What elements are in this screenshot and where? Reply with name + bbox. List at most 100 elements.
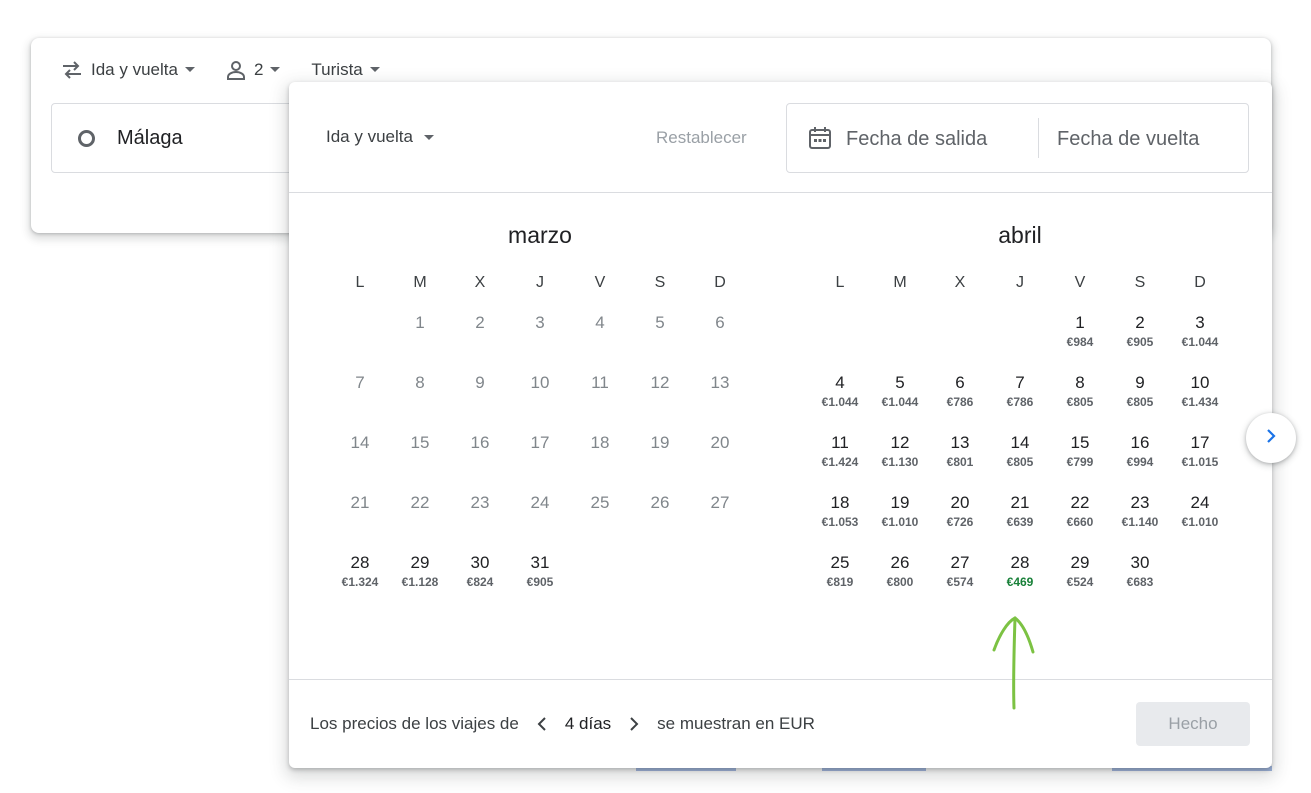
weekday-label: S (1134, 274, 1146, 291)
day-number: 8 (1075, 373, 1085, 392)
month-april: abril L M X J V S D 1 €984 2 €905 3 €1.044 4 €1.044 5 €… (810, 222, 1230, 613)
passengers-dropdown[interactable]: 2 (226, 60, 281, 80)
day-number: 24 (1190, 493, 1210, 512)
day-cell[interactable]: 8 €805 (1050, 373, 1110, 433)
next-month-button[interactable] (1246, 413, 1296, 463)
price-label: €683 (1126, 575, 1154, 589)
day-cell[interactable]: 17 €1.015 (1170, 433, 1230, 493)
day-cell[interactable]: 28 €1.324 (330, 553, 390, 613)
day-cell[interactable]: 2 €905 (1110, 313, 1170, 373)
weekday-label: M (413, 274, 427, 291)
passengers-count: 2 (253, 60, 264, 79)
day-number: 22 (410, 493, 430, 512)
day-cell[interactable]: 25 €819 (810, 553, 870, 613)
day-number: 23 (1130, 493, 1150, 512)
day-number: 6 (955, 373, 965, 392)
done-button[interactable]: Hecho (1136, 702, 1250, 746)
day-cell[interactable]: 19 €1.010 (870, 493, 930, 553)
day-number: 16 (1130, 433, 1150, 452)
day-cell[interactable]: 29 €524 (1050, 553, 1110, 613)
day-cell: 3 (510, 313, 570, 373)
departure-date-input[interactable]: Fecha de salida (846, 128, 987, 151)
day-number: 4 (595, 313, 605, 332)
day-number: 7 (355, 373, 365, 392)
day-cell[interactable]: 30 €683 (1110, 553, 1170, 613)
day-number: 1 (415, 313, 425, 332)
day-number: 20 (950, 493, 970, 512)
day-cell[interactable]: 26 €800 (870, 553, 930, 613)
weekday-label: L (355, 274, 365, 291)
day-number: 15 (410, 433, 430, 452)
day-cell: 8 (390, 373, 450, 433)
day-cell[interactable]: 3 €1.044 (1170, 313, 1230, 373)
day-cell[interactable]: 31 €905 (510, 553, 570, 613)
day-cell[interactable]: 15 €799 (1050, 433, 1110, 493)
day-cell[interactable]: 13 €801 (930, 433, 990, 493)
price-label: €1.434 (1181, 395, 1219, 409)
day-cell[interactable]: 21 €639 (990, 493, 1050, 553)
price-label: €805 (1066, 395, 1094, 409)
day-cell: 5 (630, 313, 690, 373)
price-label: €786 (1006, 395, 1034, 409)
weekday-label: J (536, 274, 544, 291)
day-number: 15 (1070, 433, 1090, 452)
price-label: €726 (946, 515, 974, 529)
day-grid: 1 €984 2 €905 3 €1.044 4 €1.044 5 €1.044 6 €786 7 €78… (810, 313, 1230, 613)
day-number: 30 (470, 553, 490, 572)
price-label: €1.015 (1181, 455, 1219, 469)
price-label: €1.044 (1181, 335, 1219, 349)
price-label: €1.053 (821, 515, 859, 529)
day-cell[interactable]: 9 €805 (1110, 373, 1170, 433)
price-label: €905 (1126, 335, 1154, 349)
day-cell[interactable]: 16 €994 (1110, 433, 1170, 493)
day-cell[interactable]: 4 €1.044 (810, 373, 870, 433)
day-number: 11 (591, 373, 609, 392)
price-label: €660 (1066, 515, 1094, 529)
day-cell[interactable]: 20 €726 (930, 493, 990, 553)
cabin-dropdown[interactable]: Turista (311, 60, 380, 80)
decrease-duration-button[interactable] (537, 716, 547, 732)
increase-duration-button[interactable] (629, 716, 639, 732)
price-label: €1.140 (1121, 515, 1159, 529)
day-cell[interactable]: 29 €1.128 (390, 553, 450, 613)
hand-drawn-arrow-annotation (985, 610, 1041, 719)
day-number: 9 (1135, 373, 1145, 392)
price-info-suffix: se muestran en EUR (657, 714, 815, 733)
day-cell[interactable]: 18 €1.053 (810, 493, 870, 553)
day-cell[interactable]: 7 €786 (990, 373, 1050, 433)
origin-value: Málaga (117, 126, 183, 149)
day-cell[interactable]: 24 €1.010 (1170, 493, 1230, 553)
price-label: €800 (886, 575, 914, 589)
day-number: 28 (350, 553, 370, 572)
caret-down-icon (269, 66, 281, 74)
day-cell[interactable]: 27 €574 (930, 553, 990, 613)
day-number: 24 (530, 493, 550, 512)
date-divider (1038, 118, 1039, 158)
day-cell[interactable]: 28 €469 (990, 553, 1050, 613)
day-number: 12 (890, 433, 910, 452)
weekday-label: X (474, 274, 486, 291)
day-cell[interactable]: 5 €1.044 (870, 373, 930, 433)
day-cell[interactable]: 6 €786 (930, 373, 990, 433)
day-cell[interactable]: 30 €824 (450, 553, 510, 613)
day-cell[interactable]: 14 €805 (990, 433, 1050, 493)
day-cell: 11 (570, 373, 630, 433)
trip-type-dropdown[interactable]: Ida y vuelta (61, 60, 196, 80)
price-label: €1.324 (341, 575, 379, 589)
day-number: 27 (710, 493, 730, 512)
day-cell[interactable]: 1 €984 (1050, 313, 1110, 373)
day-number: 29 (1070, 553, 1090, 572)
empty-cell (990, 313, 1050, 373)
day-cell[interactable]: 12 €1.130 (870, 433, 930, 493)
day-cell[interactable]: 11 €1.424 (810, 433, 870, 493)
popup-trip-type-dropdown[interactable]: Ida y vuelta (326, 127, 435, 147)
price-label: €805 (1126, 395, 1154, 409)
day-cell[interactable]: 23 €1.140 (1110, 493, 1170, 553)
day-number: 25 (830, 553, 850, 572)
weekday-header: LMXJVSD (810, 274, 1230, 292)
day-cell[interactable]: 10 €1.434 (1170, 373, 1230, 433)
day-cell[interactable]: 22 €660 (1050, 493, 1110, 553)
return-date-input[interactable]: Fecha de vuelta (1057, 128, 1199, 151)
reset-button[interactable]: Restablecer (656, 128, 747, 148)
day-number: 19 (890, 493, 910, 512)
